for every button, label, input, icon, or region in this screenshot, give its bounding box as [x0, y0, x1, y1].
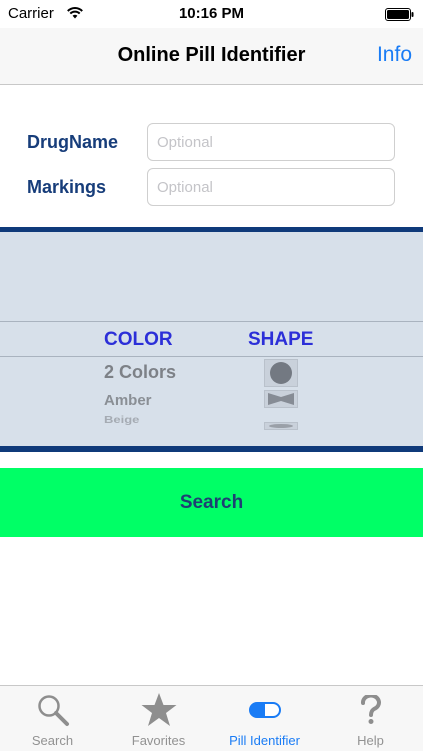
search-button[interactable]: Search: [0, 468, 423, 537]
status-bar: Carrier 10:16 PM: [0, 0, 423, 28]
magnifier-icon: [0, 692, 105, 728]
markings-field[interactable]: [147, 168, 395, 206]
round-shape-icon[interactable]: [264, 359, 298, 392]
tab-label: Pill Identifier: [229, 733, 300, 748]
tab-label: Help: [357, 733, 384, 748]
navigation-bar: Online Pill Identifier Info: [0, 28, 423, 85]
color-option[interactable]: Amber: [104, 392, 152, 409]
tab-search[interactable]: Search: [0, 686, 105, 751]
question-icon: [318, 692, 423, 728]
tab-favorites[interactable]: Favorites: [106, 686, 211, 751]
star-icon: [106, 692, 211, 728]
tab-bar: Search Favorites Pill Identifier Help: [0, 685, 423, 751]
pill-icon: [212, 692, 317, 728]
picker-bottom-border: [0, 446, 423, 452]
page-title: Online Pill Identifier: [117, 44, 306, 66]
tab-help[interactable]: Help: [318, 686, 423, 751]
tab-label: Favorites: [131, 733, 186, 748]
battery-icon: [385, 8, 415, 21]
tab-pill-identifier[interactable]: Pill Identifier: [212, 686, 317, 751]
color-shape-picker[interactable]: COLOR SHAPE 2 Colors Amber Beige: [0, 232, 423, 446]
color-option[interactable]: 2 Colors: [104, 362, 176, 383]
drug-name-label: DrugName: [27, 132, 119, 152]
oval-shape-icon[interactable]: [264, 417, 298, 435]
color-option[interactable]: Beige: [104, 414, 139, 425]
info-button[interactable]: Info: [377, 43, 412, 67]
bowtie-shape-icon[interactable]: [264, 390, 298, 413]
drug-name-field[interactable]: [147, 123, 395, 161]
picker-selection-top-line: [0, 321, 423, 322]
tab-label: Search: [31, 733, 74, 748]
shape-column-header: SHAPE: [248, 329, 314, 350]
markings-label: Markings: [27, 177, 107, 197]
color-column-header: COLOR: [104, 329, 173, 350]
status-time: 10:16 PM: [178, 5, 245, 22]
picker-selection-bottom-line: [0, 356, 423, 357]
